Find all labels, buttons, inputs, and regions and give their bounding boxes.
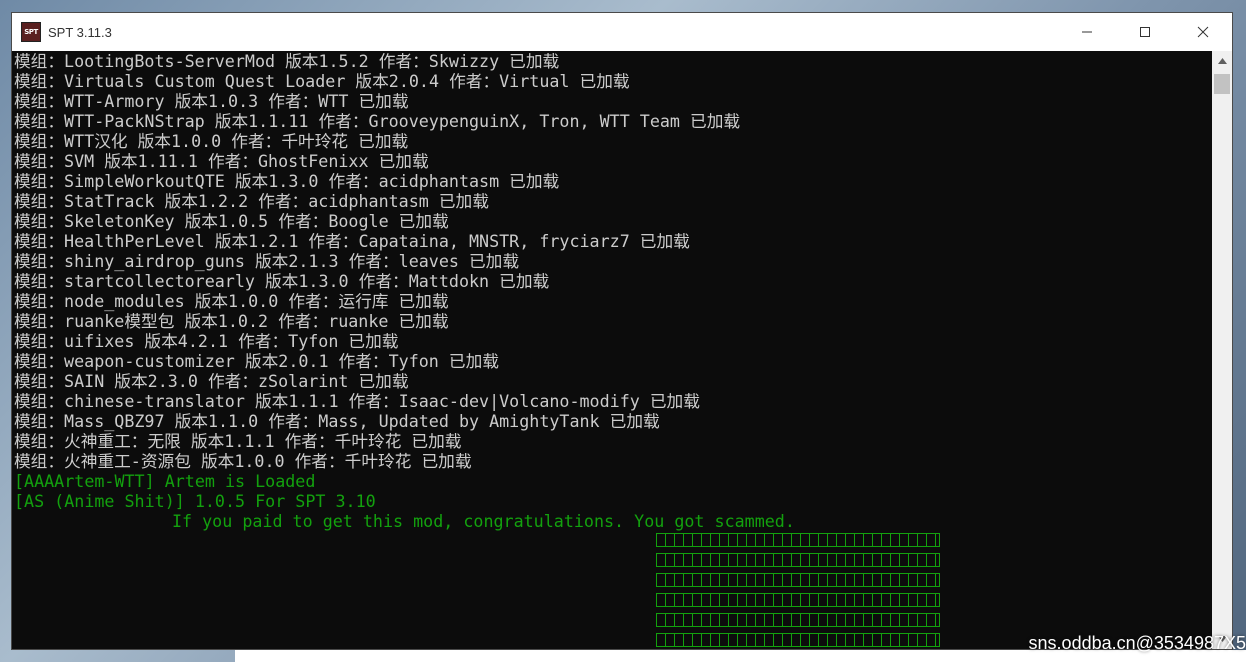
console-line: 模组：WTT汉化 版本1.0.0 作者：千叶玲花 已加载	[14, 131, 409, 151]
scroll-up-button[interactable]	[1212, 51, 1232, 71]
box-art-row	[656, 573, 940, 587]
box-art-row	[656, 613, 940, 627]
console-line: 模组：SVM 版本1.11.1 作者：GhostFenixx 已加载	[14, 151, 429, 171]
box-art-row	[656, 593, 940, 607]
background-window-edge	[1233, 60, 1246, 120]
console-output[interactable]: 模组：LootingBots-ServerMod 版本1.5.2 作者：Skwi…	[12, 51, 1212, 649]
console-line: 模组：StatTrack 版本1.2.2 作者：acidphantasm 已加载	[14, 191, 489, 211]
console-line: 模组：WTT-Armory 版本1.0.3 作者：WTT 已加载	[14, 91, 409, 111]
box-art	[14, 533, 1212, 647]
console-line: 模组：chinese-translator 版本1.1.1 作者：Isaac-d…	[14, 391, 700, 411]
console-line: 模组：weapon-customizer 版本2.0.1 作者：Tyfon 已加…	[14, 351, 499, 371]
console-line: 模组：Virtuals Custom Quest Loader 版本2.0.4 …	[14, 71, 630, 91]
console-line: 模组：SAIN 版本2.3.0 作者：zSolarint 已加载	[14, 371, 409, 391]
title-bar[interactable]: SPT SPT 3.11.3	[12, 13, 1232, 51]
console-line: 模组：Mass_QBZ97 版本1.1.0 作者：Mass, Updated b…	[14, 411, 660, 431]
vertical-scrollbar[interactable]	[1212, 51, 1232, 649]
console-line: 模组：火神重工：无限 版本1.1.1 作者：千叶玲花 已加载	[14, 431, 462, 451]
box-art-row	[656, 633, 940, 647]
window-title: SPT 3.11.3	[48, 24, 112, 40]
box-art-row	[656, 533, 940, 547]
console-line: 模组：SkeletonKey 版本1.0.5 作者：Boogle 已加载	[14, 211, 449, 231]
minimize-icon	[1082, 31, 1092, 33]
maximize-button[interactable]	[1116, 13, 1174, 51]
watermark-text: sns.oddba.cn@3534987X5	[1028, 633, 1246, 653]
console-line-green: [AS (Anime Shit)] 1.0.5 For SPT 3.10	[14, 491, 376, 511]
chevron-up-icon	[1217, 58, 1227, 64]
console-line: 模组：uifixes 版本4.2.1 作者：Tyfon 已加载	[14, 331, 399, 351]
close-icon	[1197, 26, 1209, 38]
console-line: 模组：node_modules 版本1.0.0 作者：运行库 已加载	[14, 291, 449, 311]
scrollbar-thumb[interactable]	[1214, 74, 1230, 94]
console-window: SPT SPT 3.11.3 模组：LootingBots-ServerMod …	[11, 12, 1233, 650]
console-line: 模组：LootingBots-ServerMod 版本1.5.2 作者：Skwi…	[14, 51, 560, 71]
scam-warning-message: If you paid to get this mod, congratulat…	[172, 511, 795, 531]
console-line: 模组：startcollectorearly 版本1.3.0 作者：Mattdo…	[14, 271, 550, 291]
console-line: 模组：HealthPerLevel 版本1.2.1 作者：Capataina, …	[14, 231, 690, 251]
console-line: 模组：ruanke模型包 版本1.0.2 作者：ruanke 已加载	[14, 311, 449, 331]
console-line-green: [AAAArtem-WTT] Artem is Loaded	[14, 471, 316, 491]
close-button[interactable]	[1174, 13, 1232, 51]
minimize-button[interactable]	[1058, 13, 1116, 51]
console-line: 模组：shiny_airdrop_guns 版本2.1.3 作者：leaves …	[14, 251, 520, 271]
window-controls	[1058, 13, 1232, 51]
app-icon: SPT	[21, 22, 41, 42]
box-art-row	[656, 553, 940, 567]
console-line: 模组：WTT-PackNStrap 版本1.1.11 作者：Grooveypen…	[14, 111, 741, 131]
maximize-icon	[1140, 27, 1150, 37]
console-line: 模组：火神重工-资源包 版本1.0.0 作者：千叶玲花 已加载	[14, 451, 472, 471]
console-line: 模组：SimpleWorkoutQTE 版本1.3.0 作者：acidphant…	[14, 171, 560, 191]
